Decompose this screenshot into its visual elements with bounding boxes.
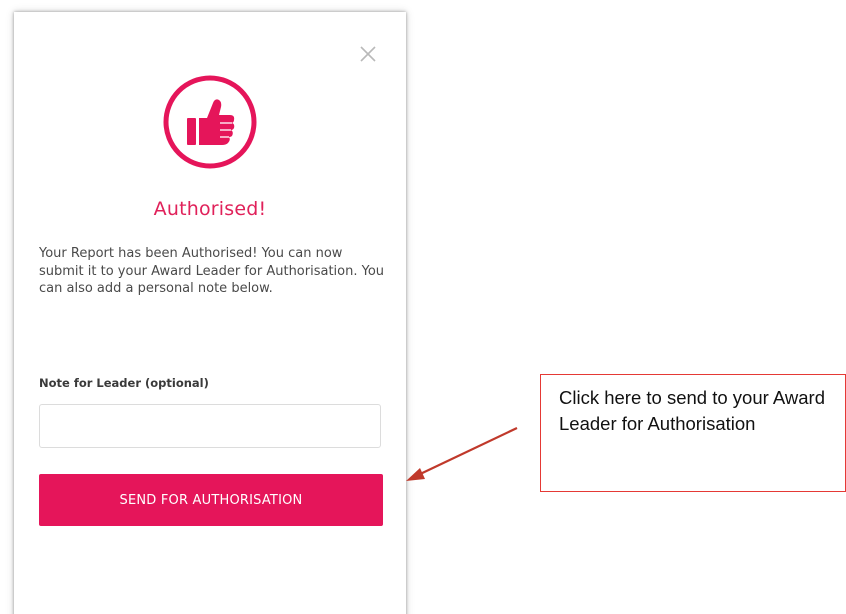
annotation-callout: Click here to send to your Award Leader … xyxy=(540,374,846,492)
close-icon[interactable] xyxy=(358,44,378,64)
callout-arrow xyxy=(406,427,518,481)
callout-text: Click here to send to your Award Leader … xyxy=(559,387,825,434)
screenshot-stage: Authorised! Your Report has been Authori… xyxy=(0,0,846,614)
note-for-leader-input[interactable] xyxy=(39,404,381,448)
send-for-authorisation-button[interactable]: SEND FOR AUTHORISATION xyxy=(39,474,383,526)
authorised-dialog: Authorised! Your Report has been Authori… xyxy=(14,12,406,614)
dialog-title: Authorised! xyxy=(153,198,267,220)
note-field-label: Note for Leader (optional) xyxy=(39,376,209,390)
dialog-message: Your Report has been Authorised! You can… xyxy=(39,246,385,296)
thumbs-up-icon xyxy=(162,74,258,170)
